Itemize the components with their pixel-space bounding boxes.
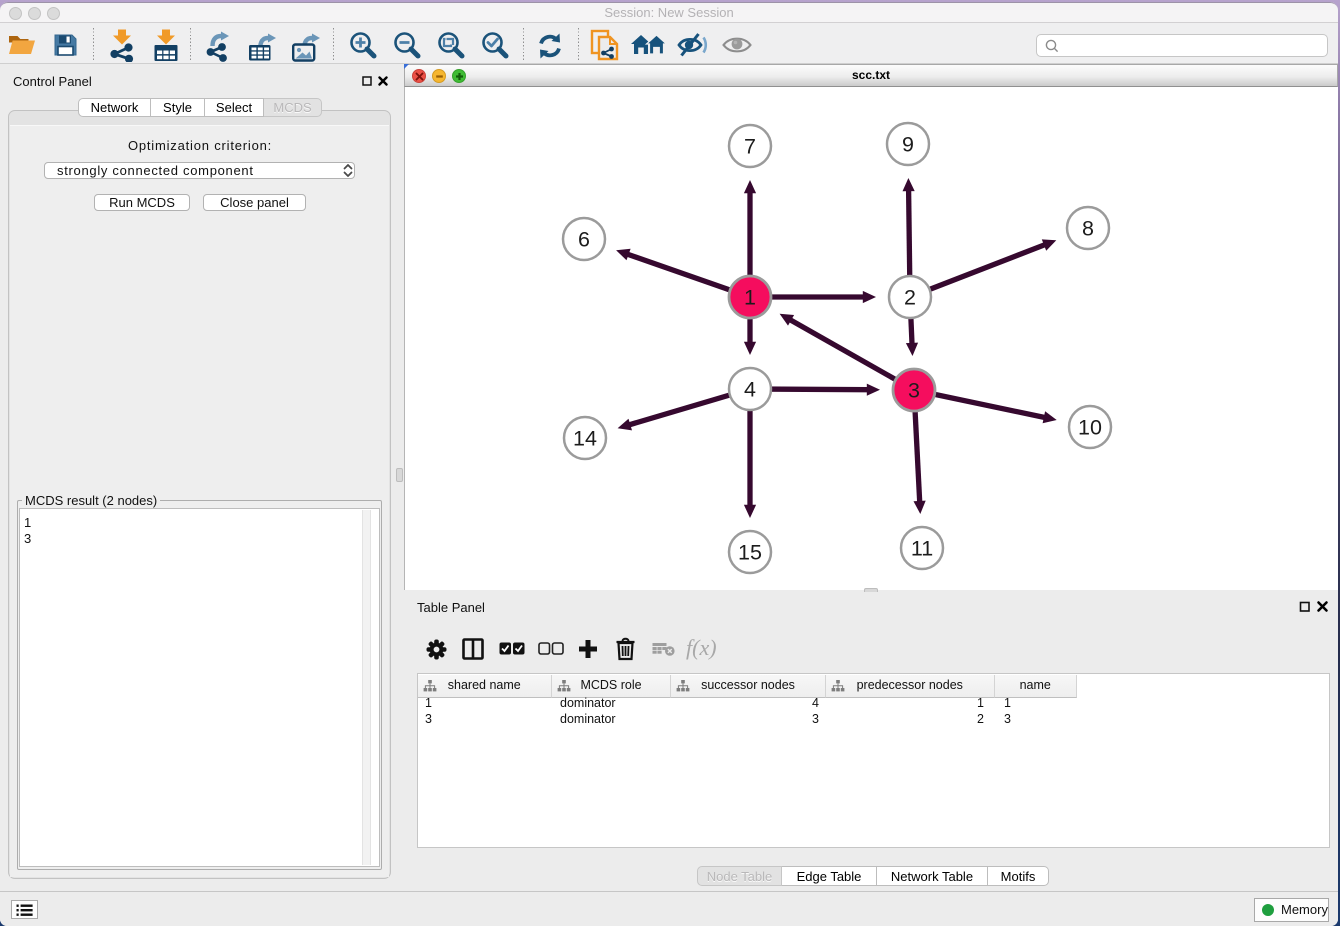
svg-text:7: 7 xyxy=(744,135,756,159)
svg-text:8: 8 xyxy=(1082,217,1094,241)
svg-text:10: 10 xyxy=(1078,416,1102,440)
svg-text:14: 14 xyxy=(573,427,597,451)
svg-text:1: 1 xyxy=(744,286,756,310)
svg-text:11: 11 xyxy=(911,537,933,561)
svg-text:2: 2 xyxy=(904,286,916,310)
svg-text:9: 9 xyxy=(902,133,914,157)
svg-text:4: 4 xyxy=(744,378,756,402)
svg-text:3: 3 xyxy=(908,379,920,403)
svg-text:6: 6 xyxy=(578,228,590,252)
svg-text:15: 15 xyxy=(738,541,762,565)
